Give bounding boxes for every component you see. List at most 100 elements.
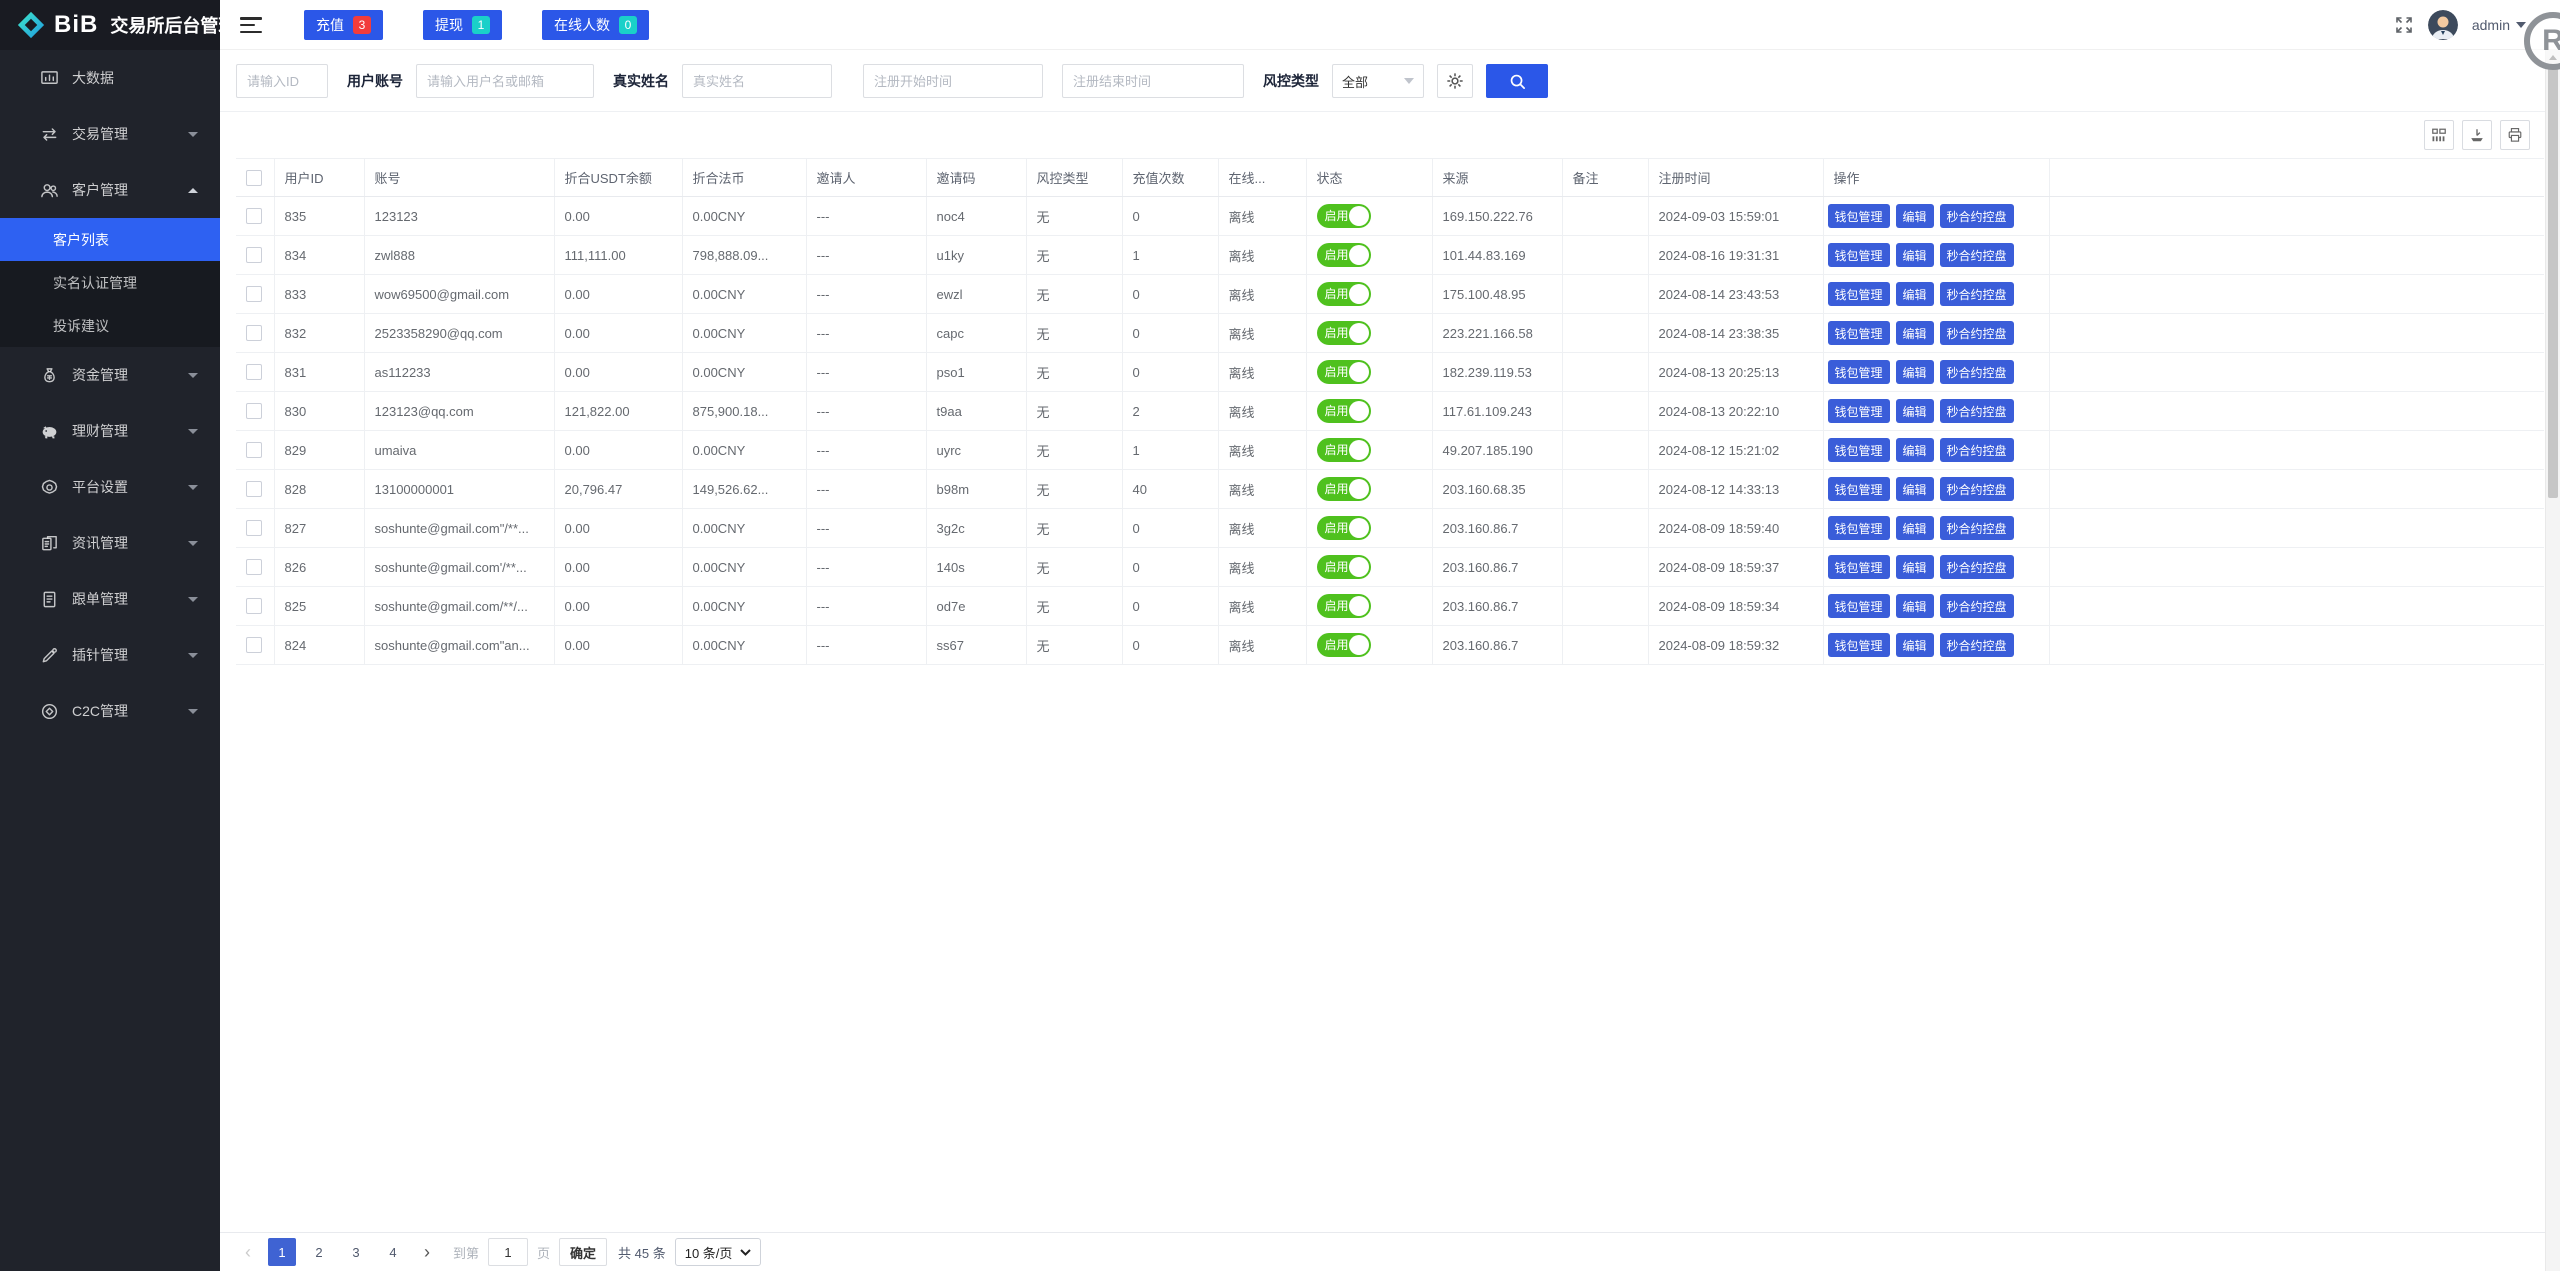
edit-button[interactable]: 编辑 <box>1896 438 1934 462</box>
collapse-menu-icon[interactable] <box>240 17 262 33</box>
next-page-button[interactable]: › <box>416 1239 438 1265</box>
row-checkbox[interactable] <box>246 520 262 536</box>
sidebar-item-6[interactable]: 资讯管理 <box>0 515 220 571</box>
status-toggle[interactable]: 启用 <box>1317 477 1371 501</box>
sidebar-subitem[interactable]: 客户列表 <box>0 218 220 261</box>
register-start-input[interactable] <box>863 64 1043 98</box>
contract-control-button[interactable]: 秒合约控盘 <box>1940 321 2014 345</box>
page-number-1[interactable]: 1 <box>268 1238 296 1266</box>
status-toggle[interactable]: 启用 <box>1317 516 1371 540</box>
page-number-3[interactable]: 3 <box>342 1238 370 1266</box>
wallet-manage-button[interactable]: 钱包管理 <box>1828 633 1890 657</box>
row-checkbox[interactable] <box>246 208 262 224</box>
row-checkbox[interactable] <box>246 286 262 302</box>
status-toggle[interactable]: 启用 <box>1317 633 1371 657</box>
sidebar-item-8[interactable]: 插针管理 <box>0 627 220 683</box>
print-button[interactable] <box>2500 120 2530 150</box>
row-checkbox[interactable] <box>246 325 262 341</box>
contract-control-button[interactable]: 秒合约控盘 <box>1940 594 2014 618</box>
status-toggle[interactable]: 启用 <box>1317 243 1371 267</box>
select-all-checkbox[interactable] <box>246 170 262 186</box>
sidebar-item-3[interactable]: 资金管理 <box>0 347 220 403</box>
confirm-page-button[interactable]: 确定 <box>559 1238 607 1266</box>
row-checkbox[interactable] <box>246 637 262 653</box>
status-toggle[interactable]: 启用 <box>1317 594 1371 618</box>
contract-control-button[interactable]: 秒合约控盘 <box>1940 204 2014 228</box>
status-toggle[interactable]: 启用 <box>1317 399 1371 423</box>
contract-control-button[interactable]: 秒合约控盘 <box>1940 633 2014 657</box>
edit-button[interactable]: 编辑 <box>1896 477 1934 501</box>
wallet-manage-button[interactable]: 钱包管理 <box>1828 243 1890 267</box>
wallet-manage-button[interactable]: 钱包管理 <box>1828 321 1890 345</box>
edit-button[interactable]: 编辑 <box>1896 555 1934 579</box>
filter-settings-button[interactable] <box>1437 64 1473 98</box>
page-size-select[interactable]: 10 条/页 <box>675 1238 762 1266</box>
contract-control-button[interactable]: 秒合约控盘 <box>1940 282 2014 306</box>
avatar[interactable] <box>2428 10 2458 40</box>
wallet-manage-button[interactable]: 钱包管理 <box>1828 282 1890 306</box>
row-checkbox[interactable] <box>246 481 262 497</box>
sidebar-subitem[interactable]: 投诉建议 <box>0 304 220 347</box>
risk-type-select[interactable]: 全部 <box>1332 64 1424 98</box>
search-button[interactable] <box>1486 64 1548 98</box>
row-checkbox[interactable] <box>246 559 262 575</box>
edit-button[interactable]: 编辑 <box>1896 243 1934 267</box>
account-input[interactable] <box>416 64 594 98</box>
row-checkbox[interactable] <box>246 364 262 380</box>
edit-button[interactable]: 编辑 <box>1896 594 1934 618</box>
sidebar-item-2[interactable]: 客户管理 <box>0 162 220 218</box>
page-number-4[interactable]: 4 <box>379 1238 407 1266</box>
quick-button[interactable]: 提现 1 <box>423 10 502 40</box>
edit-button[interactable]: 编辑 <box>1896 633 1934 657</box>
sidebar-item-9[interactable]: C2C管理 <box>0 683 220 739</box>
user-id-input[interactable] <box>236 64 328 98</box>
contract-control-button[interactable]: 秒合约控盘 <box>1940 399 2014 423</box>
status-toggle[interactable]: 启用 <box>1317 555 1371 579</box>
vertical-scrollbar[interactable] <box>2545 50 2560 1271</box>
edit-button[interactable]: 编辑 <box>1896 321 1934 345</box>
wallet-manage-button[interactable]: 钱包管理 <box>1828 438 1890 462</box>
contract-control-button[interactable]: 秒合约控盘 <box>1940 243 2014 267</box>
register-end-input[interactable] <box>1062 64 1244 98</box>
scrollbar-thumb[interactable] <box>2548 68 2558 498</box>
wallet-manage-button[interactable]: 钱包管理 <box>1828 594 1890 618</box>
status-toggle[interactable]: 启用 <box>1317 282 1371 306</box>
sidebar-item-0[interactable]: 大数据 <box>0 50 220 106</box>
edit-button[interactable]: 编辑 <box>1896 282 1934 306</box>
wallet-manage-button[interactable]: 钱包管理 <box>1828 360 1890 384</box>
row-checkbox[interactable] <box>246 442 262 458</box>
contract-control-button[interactable]: 秒合约控盘 <box>1940 438 2014 462</box>
contract-control-button[interactable]: 秒合约控盘 <box>1940 516 2014 540</box>
sidebar-item-5[interactable]: 平台设置 <box>0 459 220 515</box>
goto-page-input[interactable] <box>488 1238 528 1266</box>
page-number-2[interactable]: 2 <box>305 1238 333 1266</box>
quick-button[interactable]: 在线人数 0 <box>542 10 649 40</box>
sidebar-item-1[interactable]: 交易管理 <box>0 106 220 162</box>
status-toggle[interactable]: 启用 <box>1317 360 1371 384</box>
realname-input[interactable] <box>682 64 832 98</box>
row-checkbox[interactable] <box>246 403 262 419</box>
wallet-manage-button[interactable]: 钱包管理 <box>1828 204 1890 228</box>
contract-control-button[interactable]: 秒合约控盘 <box>1940 477 2014 501</box>
fullscreen-icon[interactable] <box>2394 15 2414 35</box>
edit-button[interactable]: 编辑 <box>1896 360 1934 384</box>
user-menu[interactable]: admin <box>2472 17 2526 33</box>
edit-button[interactable]: 编辑 <box>1896 516 1934 540</box>
export-button[interactable] <box>2462 120 2492 150</box>
contract-control-button[interactable]: 秒合约控盘 <box>1940 360 2014 384</box>
wallet-manage-button[interactable]: 钱包管理 <box>1828 477 1890 501</box>
row-checkbox[interactable] <box>246 247 262 263</box>
sidebar-item-7[interactable]: 跟单管理 <box>0 571 220 627</box>
sidebar-subitem[interactable]: 实名认证管理 <box>0 261 220 304</box>
wallet-manage-button[interactable]: 钱包管理 <box>1828 555 1890 579</box>
status-toggle[interactable]: 启用 <box>1317 438 1371 462</box>
wallet-manage-button[interactable]: 钱包管理 <box>1828 399 1890 423</box>
status-toggle[interactable]: 启用 <box>1317 204 1371 228</box>
contract-control-button[interactable]: 秒合约控盘 <box>1940 555 2014 579</box>
edit-button[interactable]: 编辑 <box>1896 399 1934 423</box>
prev-page-button[interactable]: ‹ <box>237 1239 259 1265</box>
row-checkbox[interactable] <box>246 598 262 614</box>
sidebar-item-4[interactable]: 理财管理 <box>0 403 220 459</box>
edit-button[interactable]: 编辑 <box>1896 204 1934 228</box>
columns-toggle-button[interactable] <box>2424 120 2454 150</box>
